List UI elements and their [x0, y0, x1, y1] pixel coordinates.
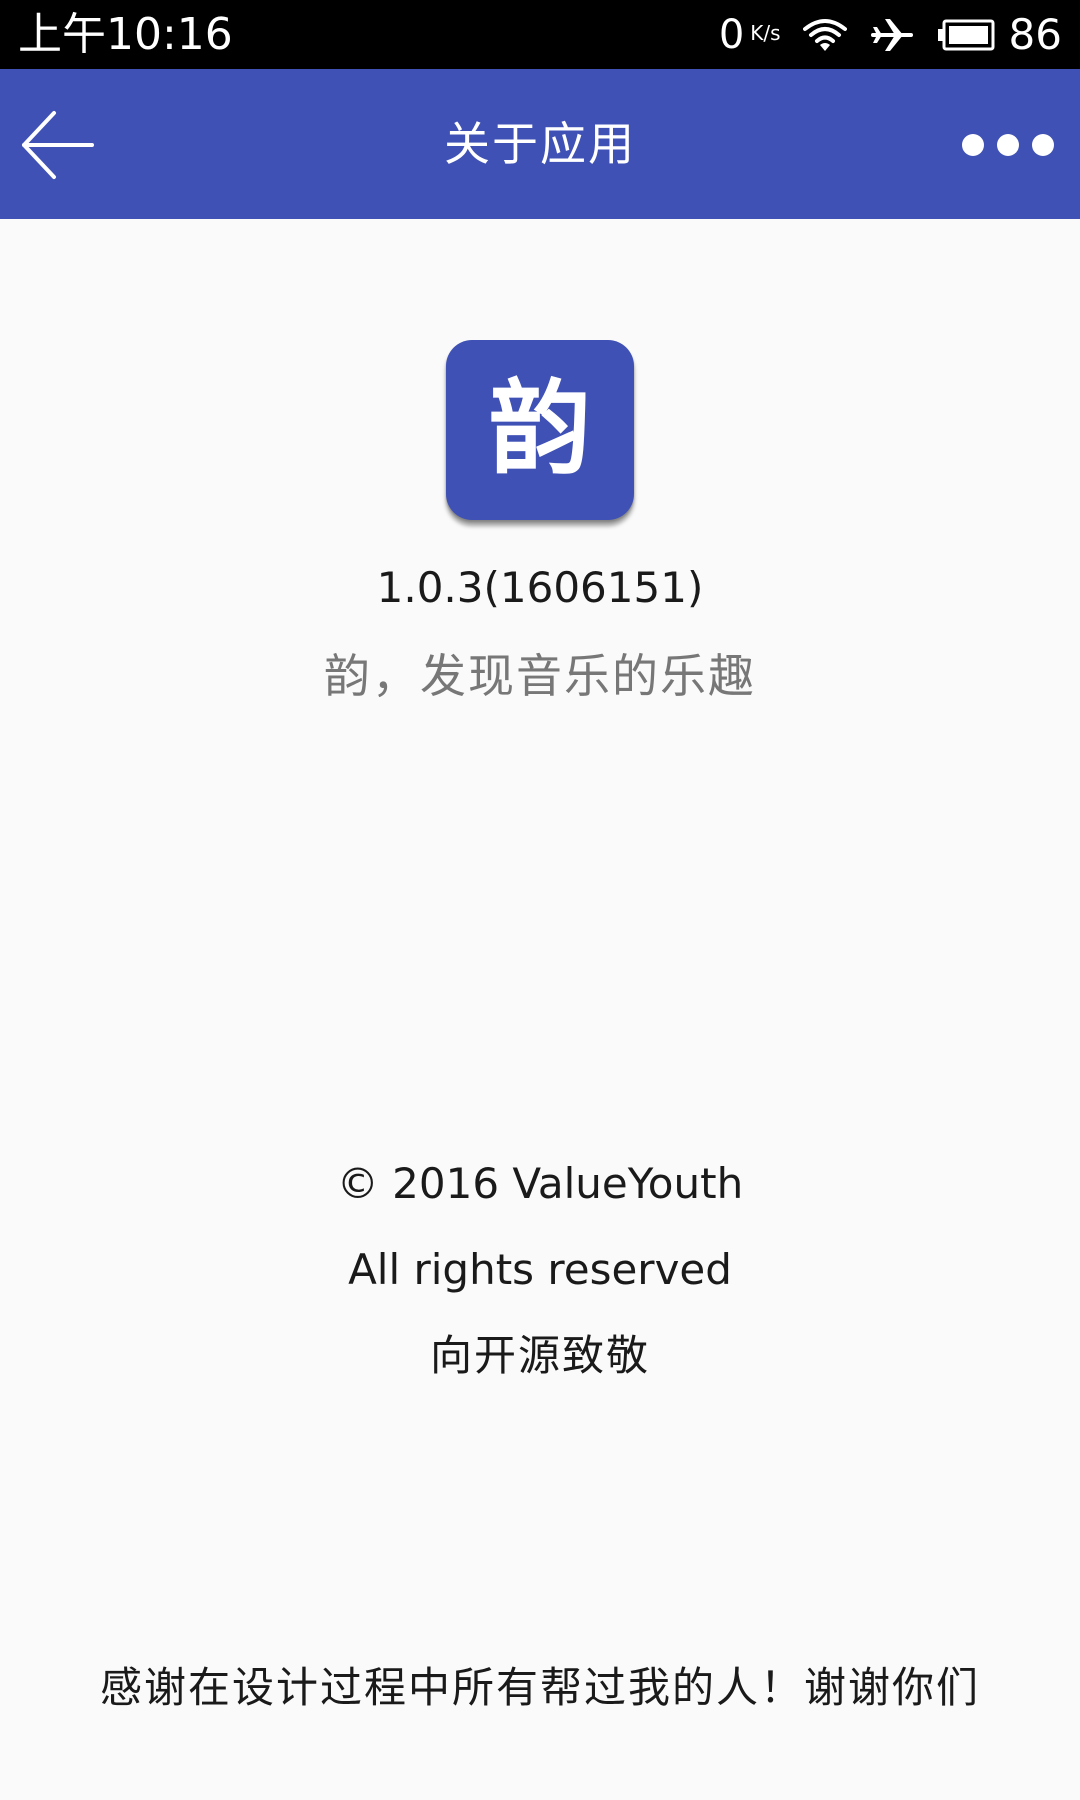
status-bar: 上午10:16 0 K/s 86	[0, 0, 1080, 69]
more-dot	[1032, 134, 1054, 156]
app-logo: 韵	[446, 340, 634, 520]
status-time: 上午10:16	[18, 9, 233, 60]
app-slogan: 韵，发现音乐的乐趣	[324, 649, 756, 703]
copyright-text: © 2016 ValueYouth	[336, 1159, 744, 1208]
open-source-tribute: 向开源致敬	[429, 1331, 650, 1380]
battery-icon	[937, 19, 995, 51]
app-bar: 关于应用	[0, 69, 1080, 219]
status-icons: 0 K/s 86	[719, 8, 1062, 62]
rights-text: All rights reserved	[348, 1245, 732, 1294]
more-horizontal-icon	[962, 134, 984, 156]
net-speed-value: 0	[718, 12, 745, 58]
more-dot	[997, 134, 1019, 156]
thanks-text: 感谢在设计过程中所有帮过我的人！谢谢你们	[99, 1663, 980, 1712]
wifi-icon	[802, 19, 847, 51]
page-title: 关于应用	[444, 117, 636, 171]
airplane-mode-icon	[870, 19, 913, 51]
network-speed: 0 K/s	[719, 8, 781, 62]
battery-level: 86	[1008, 10, 1062, 59]
more-options-button[interactable]	[962, 127, 1054, 163]
app-version: 1.0.3(1606151)	[376, 563, 704, 612]
app-logo-glyph: 韵	[489, 370, 591, 489]
net-speed-unit: K/s	[750, 21, 781, 45]
